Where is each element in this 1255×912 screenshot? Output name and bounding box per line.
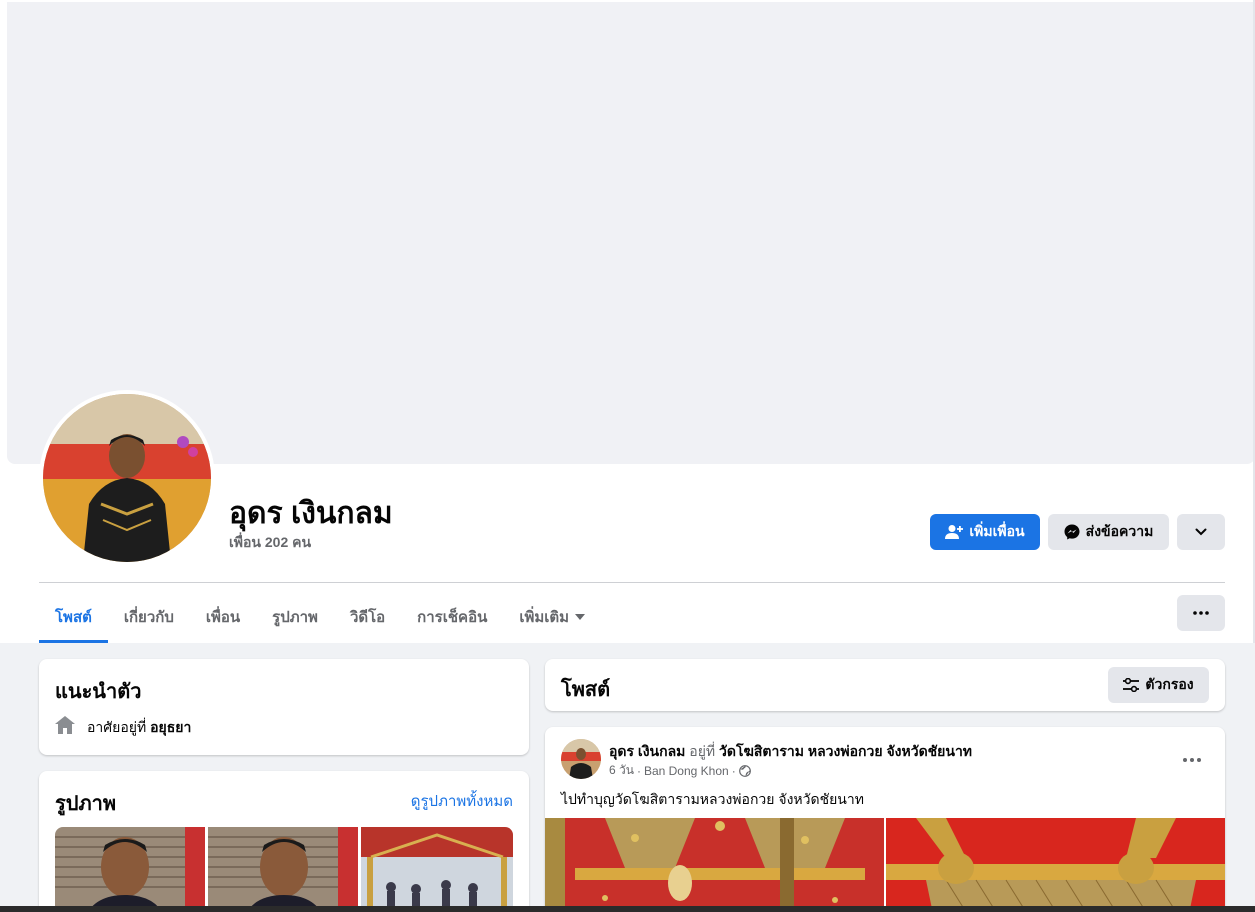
lives-in: อาศัยอยู่ที่ อยุธยา bbox=[87, 717, 191, 739]
header-divider bbox=[39, 582, 1225, 583]
post-place[interactable]: วัดโฆสิตาราม หลวงพ่อกวย จังหวัดชัยนาท bbox=[719, 743, 972, 759]
globe-icon bbox=[738, 764, 751, 777]
posts-header-card: โพสต์ ตัวกรอง bbox=[545, 659, 1225, 711]
meta-separator: · bbox=[636, 763, 641, 778]
friends-count[interactable]: เพื่อน 202 คน bbox=[229, 532, 311, 554]
messenger-icon bbox=[1064, 524, 1080, 540]
photos-card: รูปภาพ ดูรูปภาพทั้งหมด bbox=[39, 771, 529, 912]
post-at-word: อยู่ที่ bbox=[689, 743, 716, 759]
post-image[interactable] bbox=[886, 818, 1225, 912]
photo-thumbnail[interactable] bbox=[208, 827, 358, 912]
profile-tabs: โพสต์ เกี่ยวกับ เพื่อน รูปภาพ วิดีโอ การ… bbox=[39, 591, 601, 643]
post-text: ไปทำบุญวัดโฆสิตารามหลวงพ่อกวย จังหวัดชัย… bbox=[561, 791, 864, 807]
post-card: อุดร เงินกลม อยู่ที่ วัดโฆสิตาราม หลวงพ่… bbox=[545, 727, 1225, 912]
filter-button[interactable]: ตัวกรอง bbox=[1108, 667, 1209, 703]
photo-thumbnail[interactable] bbox=[55, 827, 205, 912]
intro-card: แนะนำตัว อาศัยอยู่ที่ อยุธยา bbox=[39, 659, 529, 755]
tab-friends[interactable]: เพื่อน bbox=[190, 591, 256, 643]
caret-down-icon bbox=[575, 614, 586, 620]
posts-title: โพสต์ bbox=[561, 679, 611, 701]
add-friend-icon bbox=[945, 525, 964, 539]
message-button[interactable]: ส่งข้อความ bbox=[1048, 514, 1169, 550]
post-author-avatar[interactable] bbox=[561, 739, 601, 779]
cover-photo[interactable] bbox=[7, 2, 1255, 464]
post-headline: อุดร เงินกลม อยู่ที่ วัดโฆสิตาราม หลวงพ่… bbox=[609, 741, 972, 763]
taskbar-edge bbox=[0, 906, 1255, 912]
post-options-button[interactable] bbox=[1183, 749, 1201, 767]
tab-videos[interactable]: วิดีโอ bbox=[334, 591, 401, 643]
intro-title: แนะนำตัว bbox=[55, 681, 142, 703]
ellipsis-icon bbox=[1183, 758, 1201, 762]
filter-icon bbox=[1123, 678, 1140, 692]
message-label: ส่งข้อความ bbox=[1085, 523, 1154, 539]
tab-posts[interactable]: โพสต์ bbox=[39, 591, 108, 643]
photos-title: รูปภาพ bbox=[55, 793, 117, 815]
tabs-more-button[interactable] bbox=[1177, 595, 1225, 631]
lives-in-place[interactable]: อยุธยา bbox=[150, 719, 191, 735]
meta-separator: · bbox=[731, 763, 736, 778]
see-all-photos-link[interactable]: ดูรูปภาพทั้งหมด bbox=[411, 789, 513, 813]
post-location[interactable]: Ban Dong Khon bbox=[644, 764, 729, 778]
lives-in-prefix: อาศัยอยู่ที่ bbox=[87, 719, 147, 735]
chevron-down-icon bbox=[1195, 528, 1207, 536]
tab-photos[interactable]: รูปภาพ bbox=[256, 591, 334, 643]
post-image[interactable] bbox=[545, 818, 884, 912]
filter-label: ตัวกรอง bbox=[1145, 676, 1194, 692]
photo-thumbnail[interactable] bbox=[361, 827, 513, 912]
post-time[interactable]: 6 วัน bbox=[609, 761, 634, 780]
avatar-image bbox=[43, 394, 211, 562]
profile-name: อุดร เงินกลม bbox=[229, 497, 393, 530]
profile-avatar[interactable] bbox=[39, 390, 215, 566]
ellipsis-icon bbox=[1193, 611, 1209, 615]
tab-about[interactable]: เกี่ยวกับ bbox=[108, 591, 190, 643]
home-icon bbox=[55, 716, 75, 734]
post-author-name[interactable]: อุดร เงินกลม bbox=[609, 743, 685, 759]
tab-checkins[interactable]: การเช็คอิน bbox=[401, 591, 503, 643]
add-friend-button[interactable]: เพิ่มเพื่อน bbox=[930, 514, 1040, 550]
tab-more[interactable]: เพิ่มเติม bbox=[503, 591, 601, 643]
add-friend-label: เพิ่มเพื่อน bbox=[969, 523, 1025, 539]
more-actions-button[interactable] bbox=[1177, 514, 1225, 550]
post-meta: 6 วัน · Ban Dong Khon · bbox=[609, 761, 751, 780]
